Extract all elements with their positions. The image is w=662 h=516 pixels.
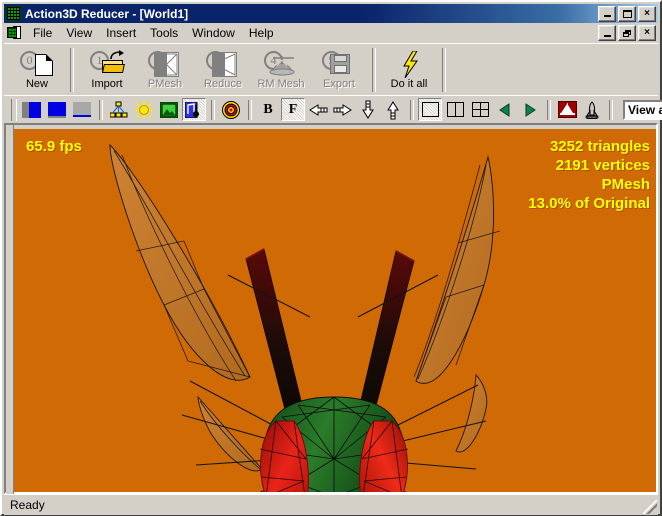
toolbar-separator [372, 48, 376, 92]
scene-tree-icon[interactable] [107, 98, 131, 121]
toolbar-label-rm-mesh: RM Mesh [257, 78, 305, 90]
view-toolbar: B F View a [4, 95, 662, 123]
depth-combobox-value: View all depth [628, 102, 662, 117]
close-button[interactable]: × [638, 5, 656, 22]
mesh-stats-overlay: 3252 triangles 2191 vertices PMesh 13.0%… [528, 137, 650, 213]
back-face-icon[interactable]: B [256, 98, 280, 121]
toolbar-button-pmesh[interactable]: 2 PMesh [136, 46, 194, 92]
hand-right-icon[interactable] [331, 98, 355, 121]
stat-mesh-type: PMesh [601, 176, 650, 193]
toolbar-button-export[interactable]: 5 Export [310, 46, 368, 92]
render-mode-flat-icon[interactable] [70, 98, 94, 121]
toolbar-button-do-it-all[interactable]: Do it all [380, 46, 438, 92]
toolbar-separator [410, 99, 414, 120]
toolbar-label-do-it-all: Do it all [390, 78, 428, 90]
toolbar-label-import: Import [91, 78, 123, 90]
menu-item-file[interactable]: File [26, 24, 59, 42]
front-face-icon[interactable]: F [281, 98, 305, 121]
status-bar: Ready [4, 494, 658, 515]
texture-image-icon[interactable] [157, 98, 181, 121]
step-back-icon[interactable] [493, 98, 517, 121]
resize-grip[interactable] [643, 500, 657, 514]
toolbar-grip[interactable] [11, 98, 17, 121]
stat-triangles: 3252 triangles [549, 138, 650, 155]
floppy-save-icon: 5 [322, 50, 356, 78]
toolbar-separator [99, 99, 103, 120]
menu-item-insert[interactable]: Insert [99, 24, 143, 42]
toolbar-button-rm-mesh[interactable]: 4 RM Mesh [252, 46, 310, 92]
single-pane-icon[interactable] [418, 98, 442, 121]
new-document-icon: 0 [20, 50, 54, 78]
menu-bar: File View Insert Tools Window Help × [4, 23, 658, 43]
open-folder-icon: 1 [90, 50, 125, 78]
hand-up-icon[interactable] [381, 98, 405, 121]
window-controls: × [598, 5, 658, 22]
toolbar-button-reduce[interactable]: 3 Reduce [194, 46, 252, 92]
stat-vertices: 2191 vertices [555, 157, 650, 174]
toolbar-label-export: Export [323, 78, 355, 90]
menu-item-view[interactable]: View [59, 24, 99, 42]
mdi-child-controls: × [598, 25, 658, 41]
toolbar-separator [442, 48, 446, 92]
toolbar-label-pmesh: PMesh [147, 78, 183, 90]
toolbar-button-new[interactable]: 0 New [8, 46, 66, 92]
hand-down-icon[interactable] [356, 98, 380, 121]
toolbar-label-new: New [25, 78, 48, 90]
target-origin-icon[interactable] [219, 98, 243, 121]
toolbar-separator [211, 99, 215, 120]
menu-item-window[interactable]: Window [185, 24, 242, 42]
status-message: Ready [10, 498, 45, 512]
toolbar-label-reduce: Reduce [204, 78, 242, 90]
sound-note-icon[interactable] [182, 98, 206, 121]
two-pane-icon[interactable] [443, 98, 467, 121]
main-toolbar: 0 New 1 Import PMesh Reduce 4 RM Mesh Ex… [4, 43, 658, 96]
pmesh-icon: 2 [148, 50, 182, 78]
light-sun-icon[interactable] [132, 98, 156, 121]
toolbar-separator [248, 99, 252, 120]
application-window: Action3D Reducer - [World1] × File View … [0, 0, 662, 516]
minimize-button[interactable] [598, 5, 616, 22]
mdi-minimize-button[interactable] [598, 25, 616, 41]
document-grid-icon[interactable] [7, 26, 21, 40]
menu-item-help[interactable]: Help [242, 24, 281, 42]
window-title: Action3D Reducer - [World1] [25, 6, 189, 21]
toolbar-button-import[interactable]: 1 Import [78, 46, 136, 92]
sailboat-model-icon[interactable] [555, 98, 579, 121]
hand-left-icon[interactable] [306, 98, 330, 121]
toolbar-separator [547, 99, 551, 120]
rm-mesh-icon: 4 [264, 50, 298, 78]
reduce-icon: 3 [206, 50, 240, 78]
app-icon[interactable] [6, 6, 21, 21]
maximize-button[interactable] [618, 5, 636, 22]
mdi-restore-button[interactable] [618, 25, 636, 41]
fps-overlay: 65.9 fps [26, 138, 82, 155]
mdi-close-button[interactable]: × [638, 25, 656, 41]
render-mode-wireframe-icon[interactable] [45, 98, 69, 121]
viewport-frame: 65.9 fps 3252 triangles 2191 vertices PM… [4, 123, 658, 496]
rocket-model-icon[interactable] [580, 98, 604, 121]
render-mode-solid-icon[interactable] [20, 98, 44, 121]
toolbar-separator [609, 99, 613, 120]
four-pane-icon[interactable] [468, 98, 492, 121]
stat-percent: 13.0% of Original [528, 195, 650, 212]
render-viewport[interactable]: 65.9 fps 3252 triangles 2191 vertices PM… [14, 129, 656, 492]
title-bar[interactable]: Action3D Reducer - [World1] × [4, 4, 658, 23]
toolbar-separator [70, 48, 74, 92]
front-face-label: F [288, 101, 298, 117]
back-face-label: B [263, 101, 273, 117]
step-forward-icon[interactable] [518, 98, 542, 121]
viewport-left-gutter [6, 125, 14, 496]
lightning-bolt-icon [392, 50, 426, 79]
depth-combobox[interactable]: View all depth [623, 99, 662, 120]
menu-item-tools[interactable]: Tools [143, 24, 185, 42]
